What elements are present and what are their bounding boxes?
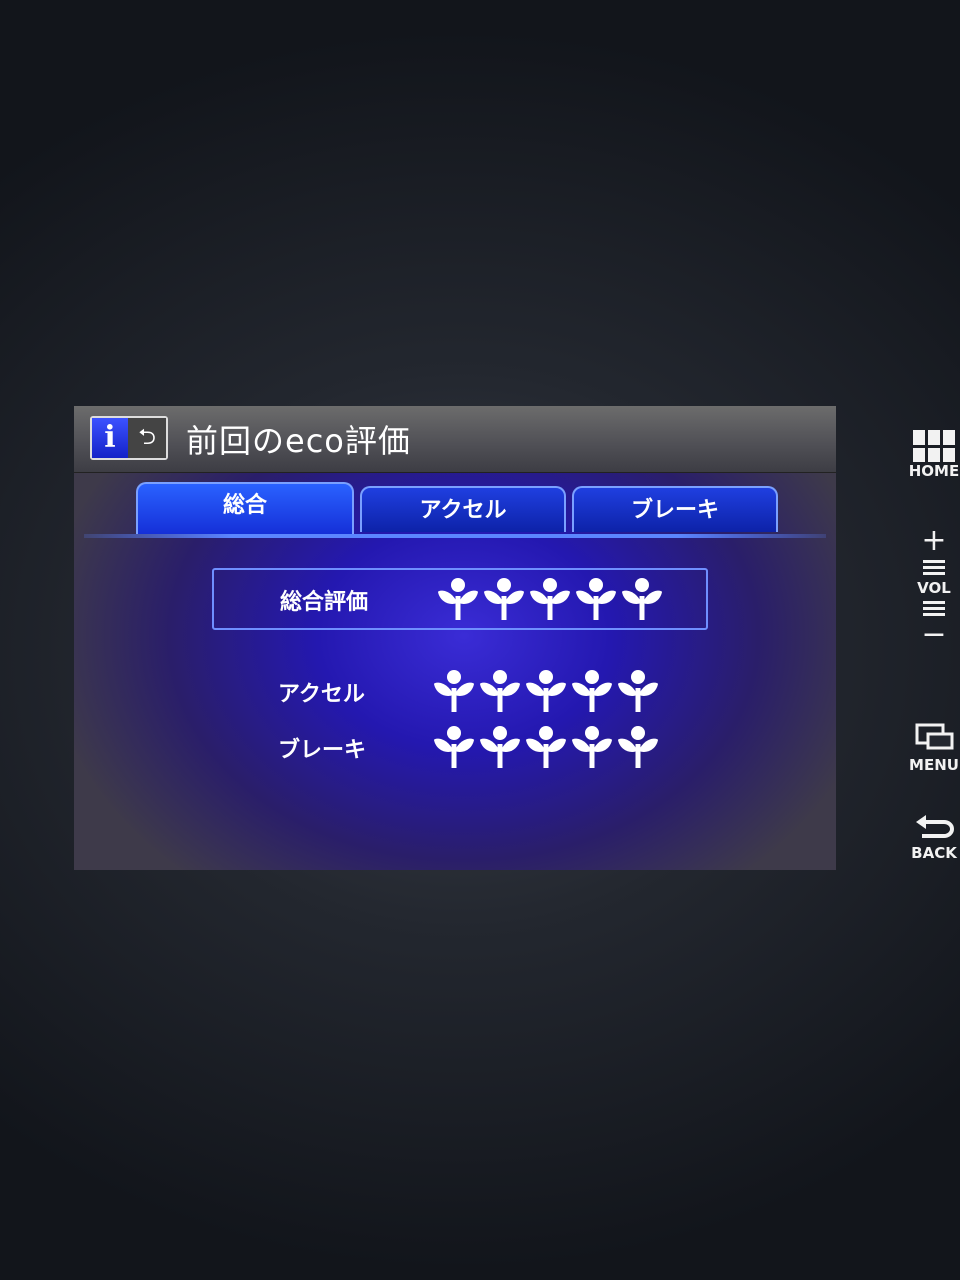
eco-leaf-icon: [432, 724, 476, 770]
eco-leaf-icon: [478, 668, 522, 714]
info-icon: i: [92, 418, 128, 458]
info-back-button[interactable]: i ⮌: [90, 416, 168, 460]
tab-overall[interactable]: 総合: [136, 482, 354, 534]
overall-rating-box: 総合評価: [212, 568, 708, 630]
vol-minus-icon[interactable]: −: [908, 620, 960, 650]
eco-leaf-icon: [478, 724, 522, 770]
eco-leaf-icon: [570, 668, 614, 714]
vol-bars-icon: [923, 560, 945, 575]
overall-leaf-rating: [436, 576, 664, 622]
return-arrow-icon: ⮌: [128, 418, 166, 458]
back-label: BACK: [911, 844, 957, 862]
eco-leaf-icon: [482, 576, 526, 622]
overall-rating-label: 総合評価: [280, 590, 369, 615]
tab-accel[interactable]: アクセル: [360, 486, 566, 532]
page-title: 前回のeco評価: [186, 422, 411, 460]
home-grid-icon: [913, 430, 955, 462]
tab-bar: 総合 アクセル ブレーキ: [74, 482, 836, 542]
eco-leaf-icon: [524, 724, 568, 770]
eco-leaf-icon: [616, 724, 660, 770]
back-button[interactable]: BACK: [908, 814, 960, 862]
title-bar: i ⮌ 前回のeco評価: [74, 406, 836, 473]
accel-leaf-rating: [432, 668, 660, 714]
tab-underline: [84, 534, 826, 538]
eco-leaf-icon: [616, 668, 660, 714]
menu-button[interactable]: MENU: [908, 722, 960, 774]
vol-plus-icon[interactable]: +: [908, 526, 960, 556]
vol-label: VOL: [917, 579, 951, 597]
brake-rating-label: ブレーキ: [278, 738, 367, 763]
eco-leaf-icon: [620, 576, 664, 622]
tab-brake[interactable]: ブレーキ: [572, 486, 778, 532]
vol-bars-icon: [923, 601, 945, 616]
eco-leaf-icon: [432, 668, 476, 714]
home-button[interactable]: HOME: [908, 430, 960, 480]
display-screen: i ⮌ 前回のeco評価 総合 アクセル ブレーキ 総合評価 アクセル ブレーキ: [74, 406, 836, 870]
eco-leaf-icon: [574, 576, 618, 622]
brake-leaf-rating: [432, 724, 660, 770]
eco-leaf-icon: [436, 576, 480, 622]
menu-icon: [915, 723, 954, 750]
volume-control[interactable]: + VOL −: [908, 526, 960, 650]
eco-leaf-icon: [570, 724, 614, 770]
eco-leaf-icon: [524, 668, 568, 714]
accel-rating-label: アクセル: [278, 682, 365, 707]
menu-label: MENU: [909, 756, 959, 774]
eco-leaf-icon: [528, 576, 572, 622]
back-arrow-icon: [916, 815, 954, 838]
home-label: HOME: [908, 462, 960, 480]
